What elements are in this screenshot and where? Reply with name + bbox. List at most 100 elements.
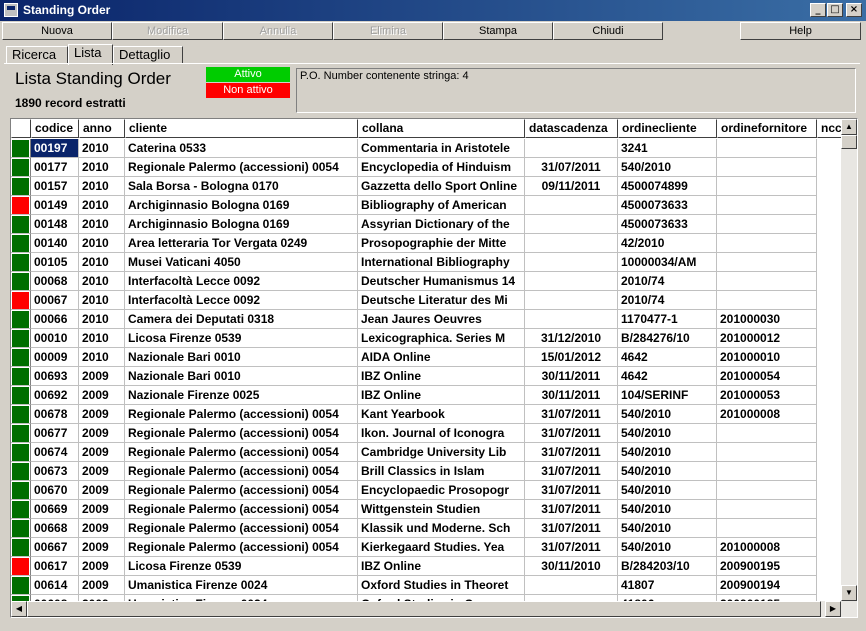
cell-collana[interactable]: Jean Jaures Oeuvres — [358, 310, 525, 329]
cell-anno[interactable]: 2009 — [79, 424, 125, 443]
table-row[interactable]: 00692 2009 Nazionale Firenze 0025 IBZ Onlin… — [11, 386, 843, 405]
cell-codice[interactable]: 00678 — [31, 405, 79, 424]
cell-codice[interactable]: 00693 — [31, 367, 79, 386]
cell-collana[interactable]: Deutsche Literatur des Mi — [358, 291, 525, 310]
cell-ordinecliente[interactable]: 42/2010 — [618, 234, 717, 253]
elimina-button[interactable]: Elimina — [333, 22, 443, 40]
cell-anno[interactable]: 2009 — [79, 557, 125, 576]
cell-collana[interactable]: Encyclopedia of Hinduism — [358, 158, 525, 177]
column-header-cliente[interactable]: cliente — [125, 119, 358, 138]
cell-codice[interactable]: 00614 — [31, 576, 79, 595]
column-header-ordinecliente[interactable]: ordinecliente — [618, 119, 717, 138]
cell-anno[interactable]: 2009 — [79, 519, 125, 538]
cell-ordinefornitore[interactable] — [717, 234, 817, 253]
table-row[interactable]: 00693 2009 Nazionale Bari 0010 IBZ Online 30… — [11, 367, 843, 386]
cell-collana[interactable]: Encyclopaedic Prosopogr — [358, 481, 525, 500]
cell-anno[interactable]: 2009 — [79, 500, 125, 519]
cell-collana[interactable]: IBZ Online — [358, 386, 525, 405]
table-row[interactable]: 00667 2009 Regionale Palermo (accessioni) … — [11, 538, 843, 557]
cell-ordinecliente[interactable]: 1170477-1 — [618, 310, 717, 329]
cell-anno[interactable]: 2009 — [79, 481, 125, 500]
cell-datascadenza[interactable]: 31/07/2011 — [525, 443, 618, 462]
maximize-icon[interactable]: □ — [827, 3, 843, 17]
cell-ordinefornitore[interactable] — [717, 462, 817, 481]
cell-datascadenza[interactable] — [525, 196, 618, 215]
cell-cliente[interactable]: Regionale Palermo (accessioni) 0054 — [125, 405, 358, 424]
table-row[interactable]: 00068 2010 Interfacoltà Lecce 0092 Deutsche… — [11, 272, 843, 291]
cell-cliente[interactable]: Musei Vaticani 4050 — [125, 253, 358, 272]
cell-datascadenza[interactable]: 09/11/2011 — [525, 177, 618, 196]
cell-codice[interactable]: 00148 — [31, 215, 79, 234]
cell-datascadenza[interactable] — [525, 310, 618, 329]
cell-datascadenza[interactable] — [525, 272, 618, 291]
cell-cliente[interactable]: Nazionale Bari 0010 — [125, 348, 358, 367]
cell-cliente[interactable]: Area letteraria Tor Vergata 0249 — [125, 234, 358, 253]
cell-ordinecliente[interactable]: 41807 — [618, 576, 717, 595]
table-row[interactable]: 00668 2009 Regionale Palermo (accessioni) … — [11, 519, 843, 538]
cell-datascadenza[interactable]: 31/07/2011 — [525, 500, 618, 519]
cell-cliente[interactable]: Interfacoltà Lecce 0092 — [125, 291, 358, 310]
cell-ordinefornitore[interactable] — [717, 196, 817, 215]
cell-codice[interactable]: 00692 — [31, 386, 79, 405]
cell-ordinefornitore[interactable]: 200900195 — [717, 557, 817, 576]
cell-ordinecliente[interactable]: 4642 — [618, 367, 717, 386]
table-row[interactable]: 00670 2009 Regionale Palermo (accessioni) … — [11, 481, 843, 500]
cell-ordinefornitore[interactable] — [717, 177, 817, 196]
cell-ordinefornitore[interactable] — [717, 291, 817, 310]
cell-codice[interactable]: 00010 — [31, 329, 79, 348]
standing-order-grid[interactable]: codice anno cliente collana datascadenza ordi… — [10, 118, 858, 618]
column-header-collana[interactable]: collana — [358, 119, 525, 138]
cell-ordinecliente[interactable]: 540/2010 — [618, 443, 717, 462]
cell-collana[interactable]: Lexicographica. Series M — [358, 329, 525, 348]
cell-codice[interactable]: 00674 — [31, 443, 79, 462]
cell-cliente[interactable]: Regionale Palermo (accessioni) 0054 — [125, 481, 358, 500]
cell-ordinecliente[interactable]: 2010/74 — [618, 291, 717, 310]
cell-datascadenza[interactable] — [525, 139, 618, 158]
cell-anno[interactable]: 2009 — [79, 538, 125, 557]
cell-collana[interactable]: Ikon. Journal of Iconogra — [358, 424, 525, 443]
cell-datascadenza[interactable] — [525, 253, 618, 272]
cell-ordinefornitore[interactable] — [717, 215, 817, 234]
cell-anno[interactable]: 2010 — [79, 272, 125, 291]
cell-collana[interactable]: Commentaria in Aristotele — [358, 139, 525, 158]
table-row[interactable]: 00148 2010 Archiginnasio Bologna 0169 Assyr… — [11, 215, 843, 234]
cell-ordinefornitore[interactable]: 201000012 — [717, 329, 817, 348]
cell-ordinecliente[interactable]: 540/2010 — [618, 405, 717, 424]
cell-codice[interactable]: 00668 — [31, 519, 79, 538]
cell-datascadenza[interactable]: 30/11/2010 — [525, 557, 618, 576]
cell-cliente[interactable]: Umanistica Firenze 0024 — [125, 576, 358, 595]
chiudi-button[interactable]: Chiudi — [553, 22, 663, 40]
cell-ordinecliente[interactable]: B/284276/10 — [618, 329, 717, 348]
cell-codice[interactable]: 00197 — [31, 139, 79, 158]
cell-codice[interactable]: 00177 — [31, 158, 79, 177]
minimize-icon[interactable]: _ — [810, 3, 826, 17]
header-corner[interactable] — [11, 119, 31, 138]
tab-ricerca[interactable]: Ricerca — [6, 46, 68, 64]
cell-datascadenza[interactable]: 31/07/2011 — [525, 481, 618, 500]
cell-cliente[interactable]: Nazionale Firenze 0025 — [125, 386, 358, 405]
column-header-ordinefornitore[interactable]: ordinefornitore — [717, 119, 817, 138]
cell-collana[interactable]: Klassik und Moderne. Sch — [358, 519, 525, 538]
cell-datascadenza[interactable] — [525, 234, 618, 253]
table-row[interactable]: 00140 2010 Area letteraria Tor Vergata 024… — [11, 234, 843, 253]
cell-collana[interactable]: Brill Classics in Islam — [358, 462, 525, 481]
cell-collana[interactable]: Oxford Studies in Theoret — [358, 576, 525, 595]
cell-cliente[interactable]: Regionale Palermo (accessioni) 0054 — [125, 424, 358, 443]
tab-lista[interactable]: Lista — [68, 44, 113, 65]
cell-codice[interactable]: 00067 — [31, 291, 79, 310]
cell-anno[interactable]: 2010 — [79, 234, 125, 253]
table-row[interactable]: 00673 2009 Regionale Palermo (accessioni) … — [11, 462, 843, 481]
cell-anno[interactable]: 2010 — [79, 310, 125, 329]
cell-collana[interactable]: AIDA Online — [358, 348, 525, 367]
cell-collana[interactable]: Kant Yearbook — [358, 405, 525, 424]
cell-codice[interactable]: 00667 — [31, 538, 79, 557]
cell-ordinecliente[interactable]: 540/2010 — [618, 424, 717, 443]
cell-ordinecliente[interactable]: 4642 — [618, 348, 717, 367]
cell-codice[interactable]: 00617 — [31, 557, 79, 576]
cell-codice[interactable]: 00149 — [31, 196, 79, 215]
close-icon[interactable]: × — [846, 3, 862, 17]
table-row[interactable]: 00197 2010 Caterina 0533 Commentaria in Ari… — [11, 139, 843, 158]
cell-codice[interactable]: 00673 — [31, 462, 79, 481]
cell-datascadenza[interactable]: 31/07/2011 — [525, 424, 618, 443]
cell-cliente[interactable]: Sala Borsa - Bologna 0170 — [125, 177, 358, 196]
